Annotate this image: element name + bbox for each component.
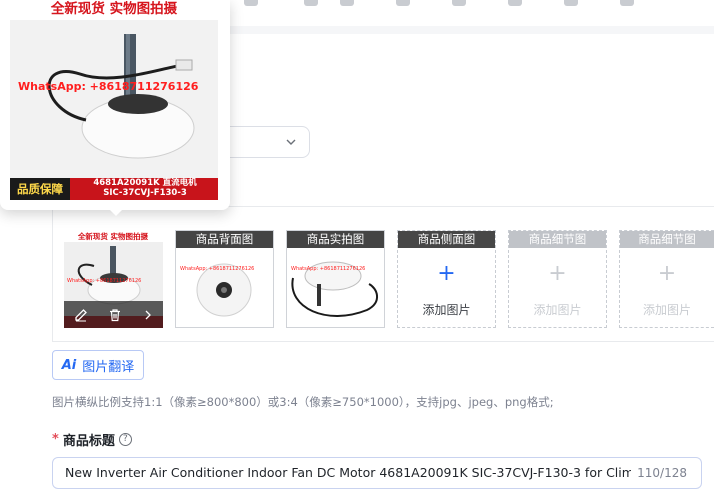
preview-watermark: WhatsApp: +8618711276126: [18, 80, 199, 93]
thumb-watermark: WhatsApp: +8618711276126: [291, 266, 365, 272]
image-slot-real-shot[interactable]: 商品实拍图 WhatsApp: +8618711276126: [286, 230, 385, 328]
preview-image: 全新现货 实物图拍摄 WhatsApp: +8618711276126 品质保障…: [10, 0, 218, 200]
tab-stub: [564, 0, 578, 6]
tab-stub: [396, 0, 410, 6]
main-image-thumbnail[interactable]: 全新现货 实物图拍摄 WhatsApp: +8618711276126: [64, 230, 163, 328]
required-mark: *: [52, 432, 59, 447]
image-action-bar: [64, 301, 163, 328]
model-line-2: SIC-37CVJ-F130-3: [103, 188, 187, 198]
slot-label: 商品背面图: [176, 231, 273, 248]
plus-icon: +: [657, 261, 677, 286]
product-title-field[interactable]: 110/128: [52, 457, 702, 489]
quality-badge: 品质保障: [10, 178, 70, 200]
preview-model-text: 4681A20091K 直流电机 SIC-37CVJ-F130-3: [72, 178, 218, 200]
slot-label: 商品细节图: [620, 231, 714, 248]
title-char-counter: 110/128: [637, 466, 687, 480]
slot-label: 商品细节图: [509, 231, 606, 248]
tab-stub: [340, 0, 354, 6]
tab-stub: [620, 0, 634, 6]
tab-stub: [452, 0, 466, 6]
chevron-right-icon[interactable]: [143, 308, 153, 322]
plus-icon: +: [437, 261, 456, 286]
thumb-watermark: WhatsApp: +8618711276126: [67, 278, 141, 284]
svg-text:全新现货 实物图拍摄: 全新现货 实物图拍摄: [77, 231, 149, 241]
image-preview-popover: 全新现货 实物图拍摄 WhatsApp: +8618711276126 品质保障…: [0, 0, 230, 216]
slot-label: 商品侧面图: [398, 231, 495, 248]
image-slot-detail-2[interactable]: 商品细节图 + 添加图片: [619, 230, 714, 328]
add-image-label: 添加图片: [642, 303, 691, 317]
edit-icon[interactable]: [74, 308, 88, 322]
model-line-1: 4681A20091K 直流电机: [93, 178, 197, 188]
image-requirements-hint: 图片横纵比例支持1:1（像素≥800*800）或3:4（像素≥750*1000）…: [52, 395, 554, 409]
slot-label: 商品实拍图: [287, 231, 384, 248]
add-image-label: 添加图片: [422, 303, 471, 317]
plus-icon: +: [548, 261, 567, 286]
add-image-label: 添加图片: [533, 303, 582, 317]
tab-stub: [508, 0, 522, 6]
popover-arrow: [108, 208, 124, 216]
product-title-label: * 商品标题 ?: [52, 430, 132, 449]
product-title-input[interactable]: [65, 458, 631, 488]
motor-photo: [10, 20, 218, 178]
preview-banner: 全新现货 实物图拍摄: [10, 0, 218, 20]
tab-stub: [304, 0, 318, 6]
product-title-label-text: 商品标题: [62, 434, 115, 449]
motor-back-photo: WhatsApp: +8618711276126: [176, 248, 273, 327]
preview-photo: [10, 20, 218, 178]
image-slot-back[interactable]: 商品背面图 WhatsApp: +8618711276126: [175, 230, 274, 328]
image-slot-detail-1[interactable]: 商品细节图 + 添加图片: [508, 230, 607, 328]
chevron-down-icon: [286, 139, 296, 145]
image-translate-label: 图片翻译: [82, 359, 135, 375]
image-slot-side[interactable]: 商品侧面图 + 添加图片: [397, 230, 496, 328]
delete-icon[interactable]: [108, 308, 122, 322]
motor-real-photo: WhatsApp: +8618711276126: [287, 248, 384, 327]
thumb-watermark: WhatsApp: +8618711276126: [180, 266, 254, 272]
image-translate-button[interactable]: Ai 图片翻译: [52, 350, 144, 380]
tab-stub: [244, 0, 258, 6]
question-circle-icon[interactable]: ?: [118, 433, 132, 446]
ai-icon: Ai: [61, 357, 77, 373]
